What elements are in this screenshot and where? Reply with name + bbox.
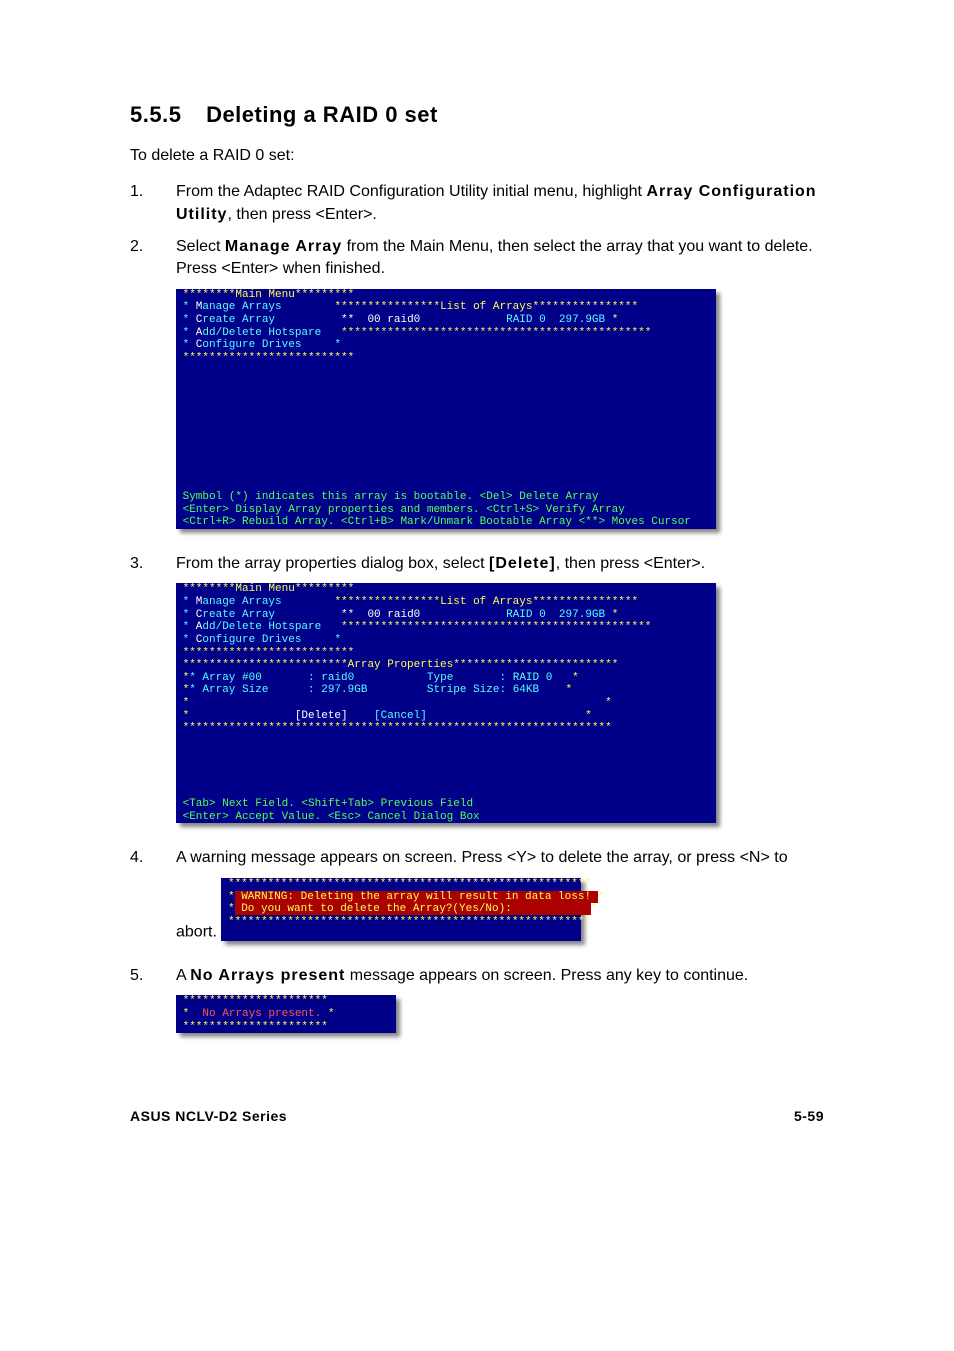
page-footer: ASUS NCLV-D2 Series 5-59 [130,1107,824,1127]
footer-right: 5-59 [794,1107,824,1127]
label-delete: [Delete] [489,555,556,572]
delete-button: [Delete] [295,710,348,722]
terminal-screenshot-4: ********************** * No Arrays prese… [176,995,396,1033]
legend-line-1: Symbol (*) indicates this array is boota… [183,491,599,503]
step-5: A No Arrays present message appears on s… [130,965,824,1047]
terminal-screenshot-1: ********Main Menu********* * Manage Arra… [176,289,716,529]
legend2-line-2: <Enter> Accept Value. <Esc> Cancel Dialo… [183,811,480,823]
step-1: From the Adaptec RAID Configuration Util… [130,181,824,226]
step-3: From the array properties dialog box, se… [130,553,824,838]
intro-text: To delete a RAID 0 set: [130,145,824,167]
terminal-screenshot-2: ********Main Menu********* * Manage Arra… [176,583,716,823]
menu-item-manage-arrays: anage Arrays [202,301,281,313]
warning-line-2: Do you want to delete the Array?(Yes/No)… [241,903,512,915]
label-manage-array: Manage Array [225,238,342,255]
cancel-button: [Cancel] [374,710,427,722]
warning-line-1: WARNING: Deleting the array will result … [241,891,591,903]
terminal-screenshot-3: ****************************************… [221,878,581,941]
footer-left: ASUS NCLV-D2 Series [130,1107,287,1127]
menu-item-configure-drives: onfigure Drives [202,339,301,351]
section-title: Deleting a RAID 0 set [206,102,438,127]
menu-item-hotspare: dd/Delete Hotspare [202,327,321,339]
legend-line-3: <Ctrl+R> Rebuild Array. <Ctrl+B> Mark/Un… [183,516,691,528]
legend-line-2: <Enter> Display Array properties and mem… [183,504,625,516]
legend2-line-1: <Tab> Next Field. <Shift+Tab> Previous F… [183,798,473,810]
section-heading: 5.5.5 Deleting a RAID 0 set [130,100,824,131]
menu-item-create-array: reate Array [202,314,275,326]
section-number: 5.5.5 [130,100,181,131]
step-2: Select Manage Array from the Main Menu, … [130,236,824,543]
no-arrays-message: No Arrays present. [202,1008,321,1020]
step-4: A warning message appears on screen. Pre… [130,847,824,955]
label-no-arrays: No Arrays present [190,967,345,984]
